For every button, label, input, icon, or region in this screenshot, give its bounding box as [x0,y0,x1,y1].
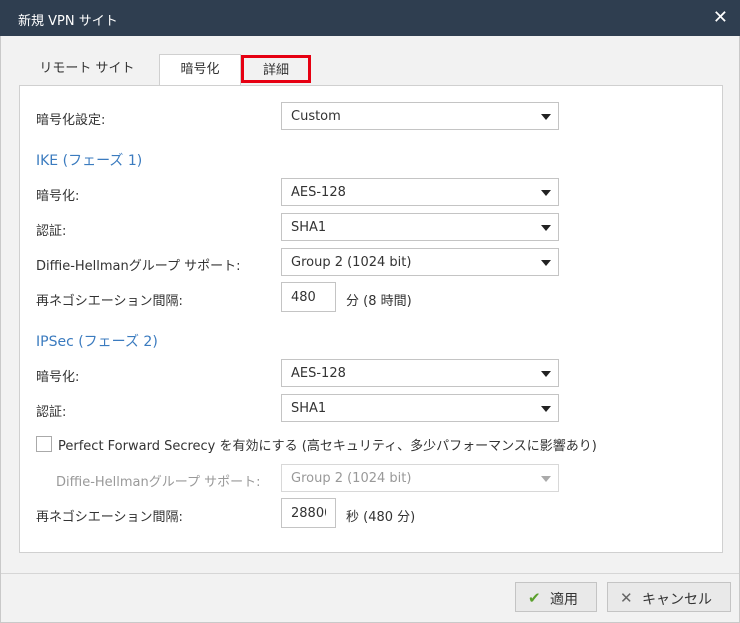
cancel-button[interactable]: ✕ キャンセル [607,582,731,612]
ipsec-heading: IPSec (フェーズ 2) [36,334,158,350]
chevron-down-icon [541,114,551,120]
dialog-body: リモート サイト 暗号化 詳細 暗号化設定: Custom IKE (フェーズ … [0,36,740,623]
ike-cipher-label: 暗号化: [36,189,80,204]
chevron-down-icon [541,190,551,196]
ipsec-renego-input[interactable] [281,498,336,528]
chevron-down-icon [541,371,551,377]
footer-divider [1,573,739,574]
ipsec-cipher-label: 暗号化: [36,370,80,385]
encryption-setting-value: Custom [291,109,341,124]
ike-auth-value: SHA1 [291,220,327,235]
encryption-setting-select[interactable]: Custom [281,102,559,130]
pfs-checkbox[interactable] [36,436,52,452]
title-bar: 新規 VPN サイト ✕ [0,0,740,36]
close-icon: ✕ [620,589,633,607]
apply-button[interactable]: ✔ 適用 [515,582,597,612]
ipsec-dh-value: Group 2 (1024 bit) [291,471,412,486]
ike-renego-label: 再ネゴシエーション間隔: [36,294,183,309]
ipsec-renego-label: 再ネゴシエーション間隔: [36,510,183,525]
ipsec-auth-label: 認証: [36,405,67,420]
dialog-title: 新規 VPN サイト [18,14,118,29]
ike-cipher-value: AES-128 [291,185,346,200]
ike-renego-unit: 分 (8 時間) [346,294,412,309]
encryption-setting-label: 暗号化設定: [36,113,106,128]
tab-remote-site[interactable]: リモート サイト [25,54,149,84]
check-icon: ✔ [528,589,541,607]
pfs-label: Perfect Forward Secrecy を有効にする (高セキュリティ、… [58,439,597,454]
chevron-down-icon [541,476,551,482]
ipsec-renego-unit: 秒 (480 分) [346,510,416,525]
ipsec-auth-select[interactable]: SHA1 [281,394,559,422]
ipsec-cipher-value: AES-128 [291,366,346,381]
ike-dh-label: Diffie-Hellmanグループ サポート: [36,259,241,274]
ike-renego-input[interactable] [281,282,336,312]
tab-encryption[interactable]: 暗号化 [159,54,241,86]
cancel-label: キャンセル [642,592,712,608]
encryption-panel: 暗号化設定: Custom IKE (フェーズ 1) 暗号化: AES-128 … [19,85,723,553]
ike-dh-value: Group 2 (1024 bit) [291,255,412,270]
chevron-down-icon [541,406,551,412]
apply-label: 適用 [550,592,578,608]
tab-details[interactable]: 詳細 [241,55,311,83]
ike-dh-select[interactable]: Group 2 (1024 bit) [281,248,559,276]
ipsec-cipher-select[interactable]: AES-128 [281,359,559,387]
ike-cipher-select[interactable]: AES-128 [281,178,559,206]
ipsec-dh-label: Diffie-Hellmanグループ サポート: [56,475,261,490]
close-icon[interactable]: ✕ [713,7,728,28]
chevron-down-icon [541,260,551,266]
ipsec-auth-value: SHA1 [291,401,327,416]
ike-auth-select[interactable]: SHA1 [281,213,559,241]
ike-auth-label: 認証: [36,224,67,239]
ipsec-dh-select: Group 2 (1024 bit) [281,464,559,492]
ike-heading: IKE (フェーズ 1) [36,153,143,169]
chevron-down-icon [541,225,551,231]
